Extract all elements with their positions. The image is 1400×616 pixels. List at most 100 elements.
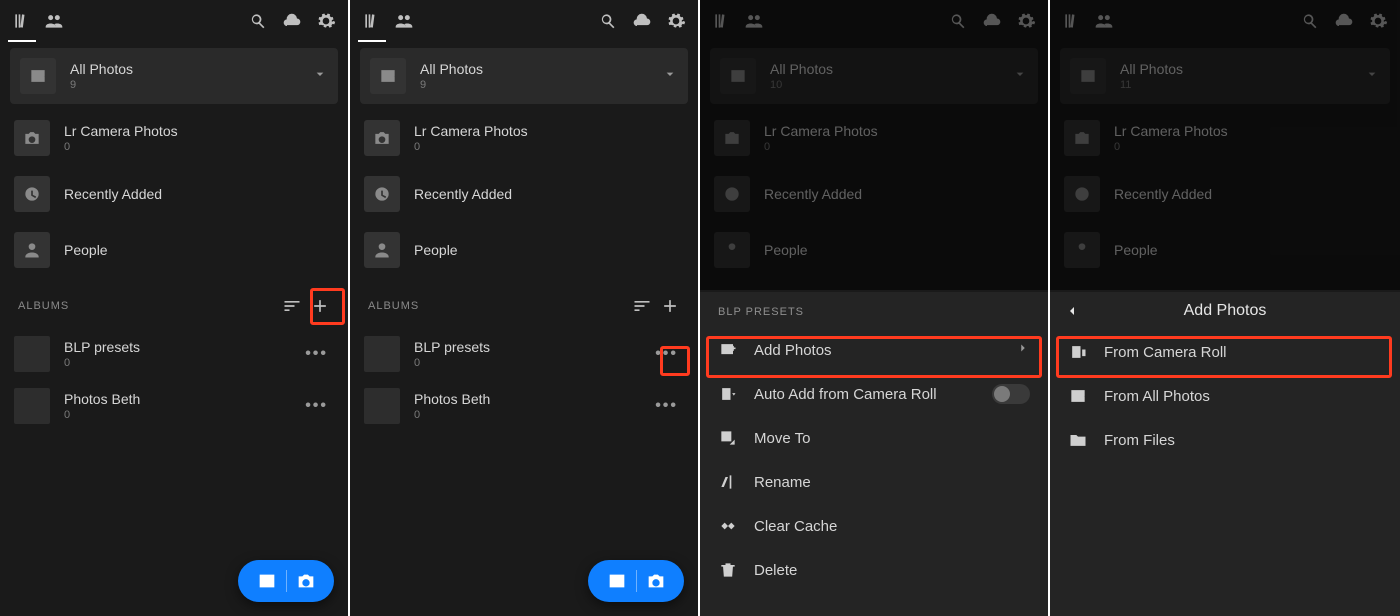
collection-all-photos[interactable]: All Photos 9 bbox=[360, 48, 688, 104]
collection-all-photos[interactable]: All Photos 11 bbox=[1060, 48, 1390, 104]
search-icon[interactable] bbox=[594, 7, 622, 35]
menu-from-camera-roll[interactable]: From Camera Roll bbox=[1050, 330, 1400, 374]
album-photos-beth[interactable]: Photos Beth 0 ••• bbox=[350, 380, 698, 432]
collection-recently-added[interactable]: Recently Added bbox=[0, 166, 348, 222]
collection-people[interactable]: People bbox=[350, 222, 698, 278]
album-photos-beth[interactable]: Photos Beth 0 ••• bbox=[0, 380, 348, 432]
cloud-icon[interactable] bbox=[278, 7, 306, 35]
sheet-album-name: BLP PRESETS bbox=[700, 292, 1048, 328]
menu-label: Move To bbox=[754, 430, 810, 447]
lr-camera-count: 0 bbox=[64, 141, 178, 153]
add-album-button[interactable] bbox=[656, 292, 684, 320]
library-icon[interactable] bbox=[1058, 7, 1086, 35]
menu-label: From Camera Roll bbox=[1104, 344, 1227, 361]
chevron-down-icon bbox=[312, 66, 328, 87]
menu-label: From Files bbox=[1104, 432, 1175, 449]
menu-clear-cache[interactable]: Clear Cache bbox=[700, 504, 1048, 548]
album-actions-sheet: BLP PRESETS Add Photos Auto Add from Cam… bbox=[700, 292, 1048, 616]
search-icon[interactable] bbox=[944, 7, 972, 35]
album-thumbnail bbox=[14, 388, 50, 424]
add-photos-sheet: Add Photos From Camera Roll From All Pho… bbox=[1050, 292, 1400, 616]
menu-from-all-photos[interactable]: From All Photos bbox=[1050, 374, 1400, 418]
lr-camera-count: 0 bbox=[1114, 141, 1228, 153]
cloud-icon[interactable] bbox=[1330, 7, 1358, 35]
sort-icon[interactable] bbox=[628, 292, 656, 320]
all-photos-count: 9 bbox=[70, 79, 133, 91]
library-icon[interactable] bbox=[708, 7, 736, 35]
menu-from-files[interactable]: From Files bbox=[1050, 418, 1400, 462]
search-icon[interactable] bbox=[1296, 7, 1324, 35]
menu-move-to[interactable]: Move To bbox=[700, 416, 1048, 460]
collection-all-photos[interactable]: All Photos 10 bbox=[710, 48, 1038, 104]
recently-added-label: Recently Added bbox=[1114, 186, 1212, 202]
collection-recently-added[interactable]: Recently Added bbox=[700, 166, 1048, 222]
gear-icon[interactable] bbox=[1012, 7, 1040, 35]
cloud-icon[interactable] bbox=[978, 7, 1006, 35]
collection-lr-camera[interactable]: Lr Camera Photos 0 bbox=[1050, 110, 1400, 166]
topbar bbox=[1050, 0, 1400, 42]
gear-icon[interactable] bbox=[662, 7, 690, 35]
all-photos-label: All Photos bbox=[1120, 61, 1183, 77]
people-icon[interactable] bbox=[40, 7, 68, 35]
people-icon[interactable] bbox=[1090, 7, 1118, 35]
lr-camera-label: Lr Camera Photos bbox=[1114, 123, 1228, 139]
people-icon[interactable] bbox=[390, 7, 418, 35]
menu-rename[interactable]: Rename bbox=[700, 460, 1048, 504]
people-label: People bbox=[764, 242, 808, 258]
gear-icon[interactable] bbox=[312, 7, 340, 35]
album-thumbnail bbox=[14, 336, 50, 372]
sheet-nav-header: Add Photos bbox=[1050, 292, 1400, 330]
recently-added-label: Recently Added bbox=[764, 186, 862, 202]
menu-add-photos[interactable]: Add Photos bbox=[700, 328, 1048, 372]
collection-people[interactable]: People bbox=[700, 222, 1048, 278]
album-thumbnail bbox=[364, 388, 400, 424]
add-album-button[interactable] bbox=[306, 292, 334, 320]
lr-camera-label: Lr Camera Photos bbox=[764, 123, 878, 139]
screen-library-1: All Photos 9 Lr Camera Photos 0 Recently… bbox=[0, 0, 350, 616]
all-photos-label: All Photos bbox=[420, 61, 483, 77]
all-photos-count: 9 bbox=[420, 79, 483, 91]
sort-icon[interactable] bbox=[278, 292, 306, 320]
album-count: 0 bbox=[414, 409, 490, 421]
people-icon[interactable] bbox=[740, 7, 768, 35]
gear-icon[interactable] bbox=[1364, 7, 1392, 35]
menu-label: From All Photos bbox=[1104, 388, 1210, 405]
back-button[interactable] bbox=[1064, 303, 1088, 319]
album-more-button[interactable]: ••• bbox=[649, 393, 684, 419]
screen-library-2: All Photos 9 Lr Camera Photos 0 Recently… bbox=[350, 0, 700, 616]
collection-lr-camera[interactable]: Lr Camera Photos 0 bbox=[350, 110, 698, 166]
menu-delete[interactable]: Delete bbox=[700, 548, 1048, 592]
album-blp-presets[interactable]: BLP presets 0 ••• bbox=[350, 328, 698, 380]
collection-people[interactable]: People bbox=[1050, 222, 1400, 278]
cloud-icon[interactable] bbox=[628, 7, 656, 35]
albums-header: ALBUMS bbox=[350, 278, 698, 328]
albums-header-label: ALBUMS bbox=[368, 300, 419, 312]
menu-label: Clear Cache bbox=[754, 518, 837, 535]
menu-label: Delete bbox=[754, 562, 797, 579]
collection-lr-camera[interactable]: Lr Camera Photos 0 bbox=[700, 110, 1048, 166]
fab-add-camera[interactable] bbox=[238, 560, 334, 602]
album-more-button[interactable]: ••• bbox=[649, 341, 684, 367]
collection-all-photos[interactable]: All Photos 9 bbox=[10, 48, 338, 104]
menu-auto-add[interactable]: Auto Add from Camera Roll bbox=[700, 372, 1048, 416]
collection-people[interactable]: People bbox=[0, 222, 348, 278]
topbar bbox=[0, 0, 348, 42]
search-icon[interactable] bbox=[244, 7, 272, 35]
fab-add-camera[interactable] bbox=[588, 560, 684, 602]
chevron-down-icon bbox=[1364, 66, 1380, 87]
album-more-button[interactable]: ••• bbox=[299, 341, 334, 367]
collection-recently-added[interactable]: Recently Added bbox=[1050, 166, 1400, 222]
auto-add-toggle[interactable] bbox=[992, 384, 1030, 404]
album-more-button[interactable]: ••• bbox=[299, 393, 334, 419]
collection-lr-camera[interactable]: Lr Camera Photos 0 bbox=[0, 110, 348, 166]
album-blp-presets[interactable]: BLP presets 0 ••• bbox=[0, 328, 348, 380]
menu-label: Auto Add from Camera Roll bbox=[754, 386, 937, 403]
album-title: Photos Beth bbox=[64, 391, 140, 407]
chevron-right-icon bbox=[1016, 341, 1030, 359]
collection-recently-added[interactable]: Recently Added bbox=[350, 166, 698, 222]
recently-added-label: Recently Added bbox=[414, 186, 512, 202]
album-count: 0 bbox=[414, 357, 490, 369]
library-icon[interactable] bbox=[358, 7, 386, 35]
library-icon[interactable] bbox=[8, 7, 36, 35]
people-label: People bbox=[64, 242, 108, 258]
